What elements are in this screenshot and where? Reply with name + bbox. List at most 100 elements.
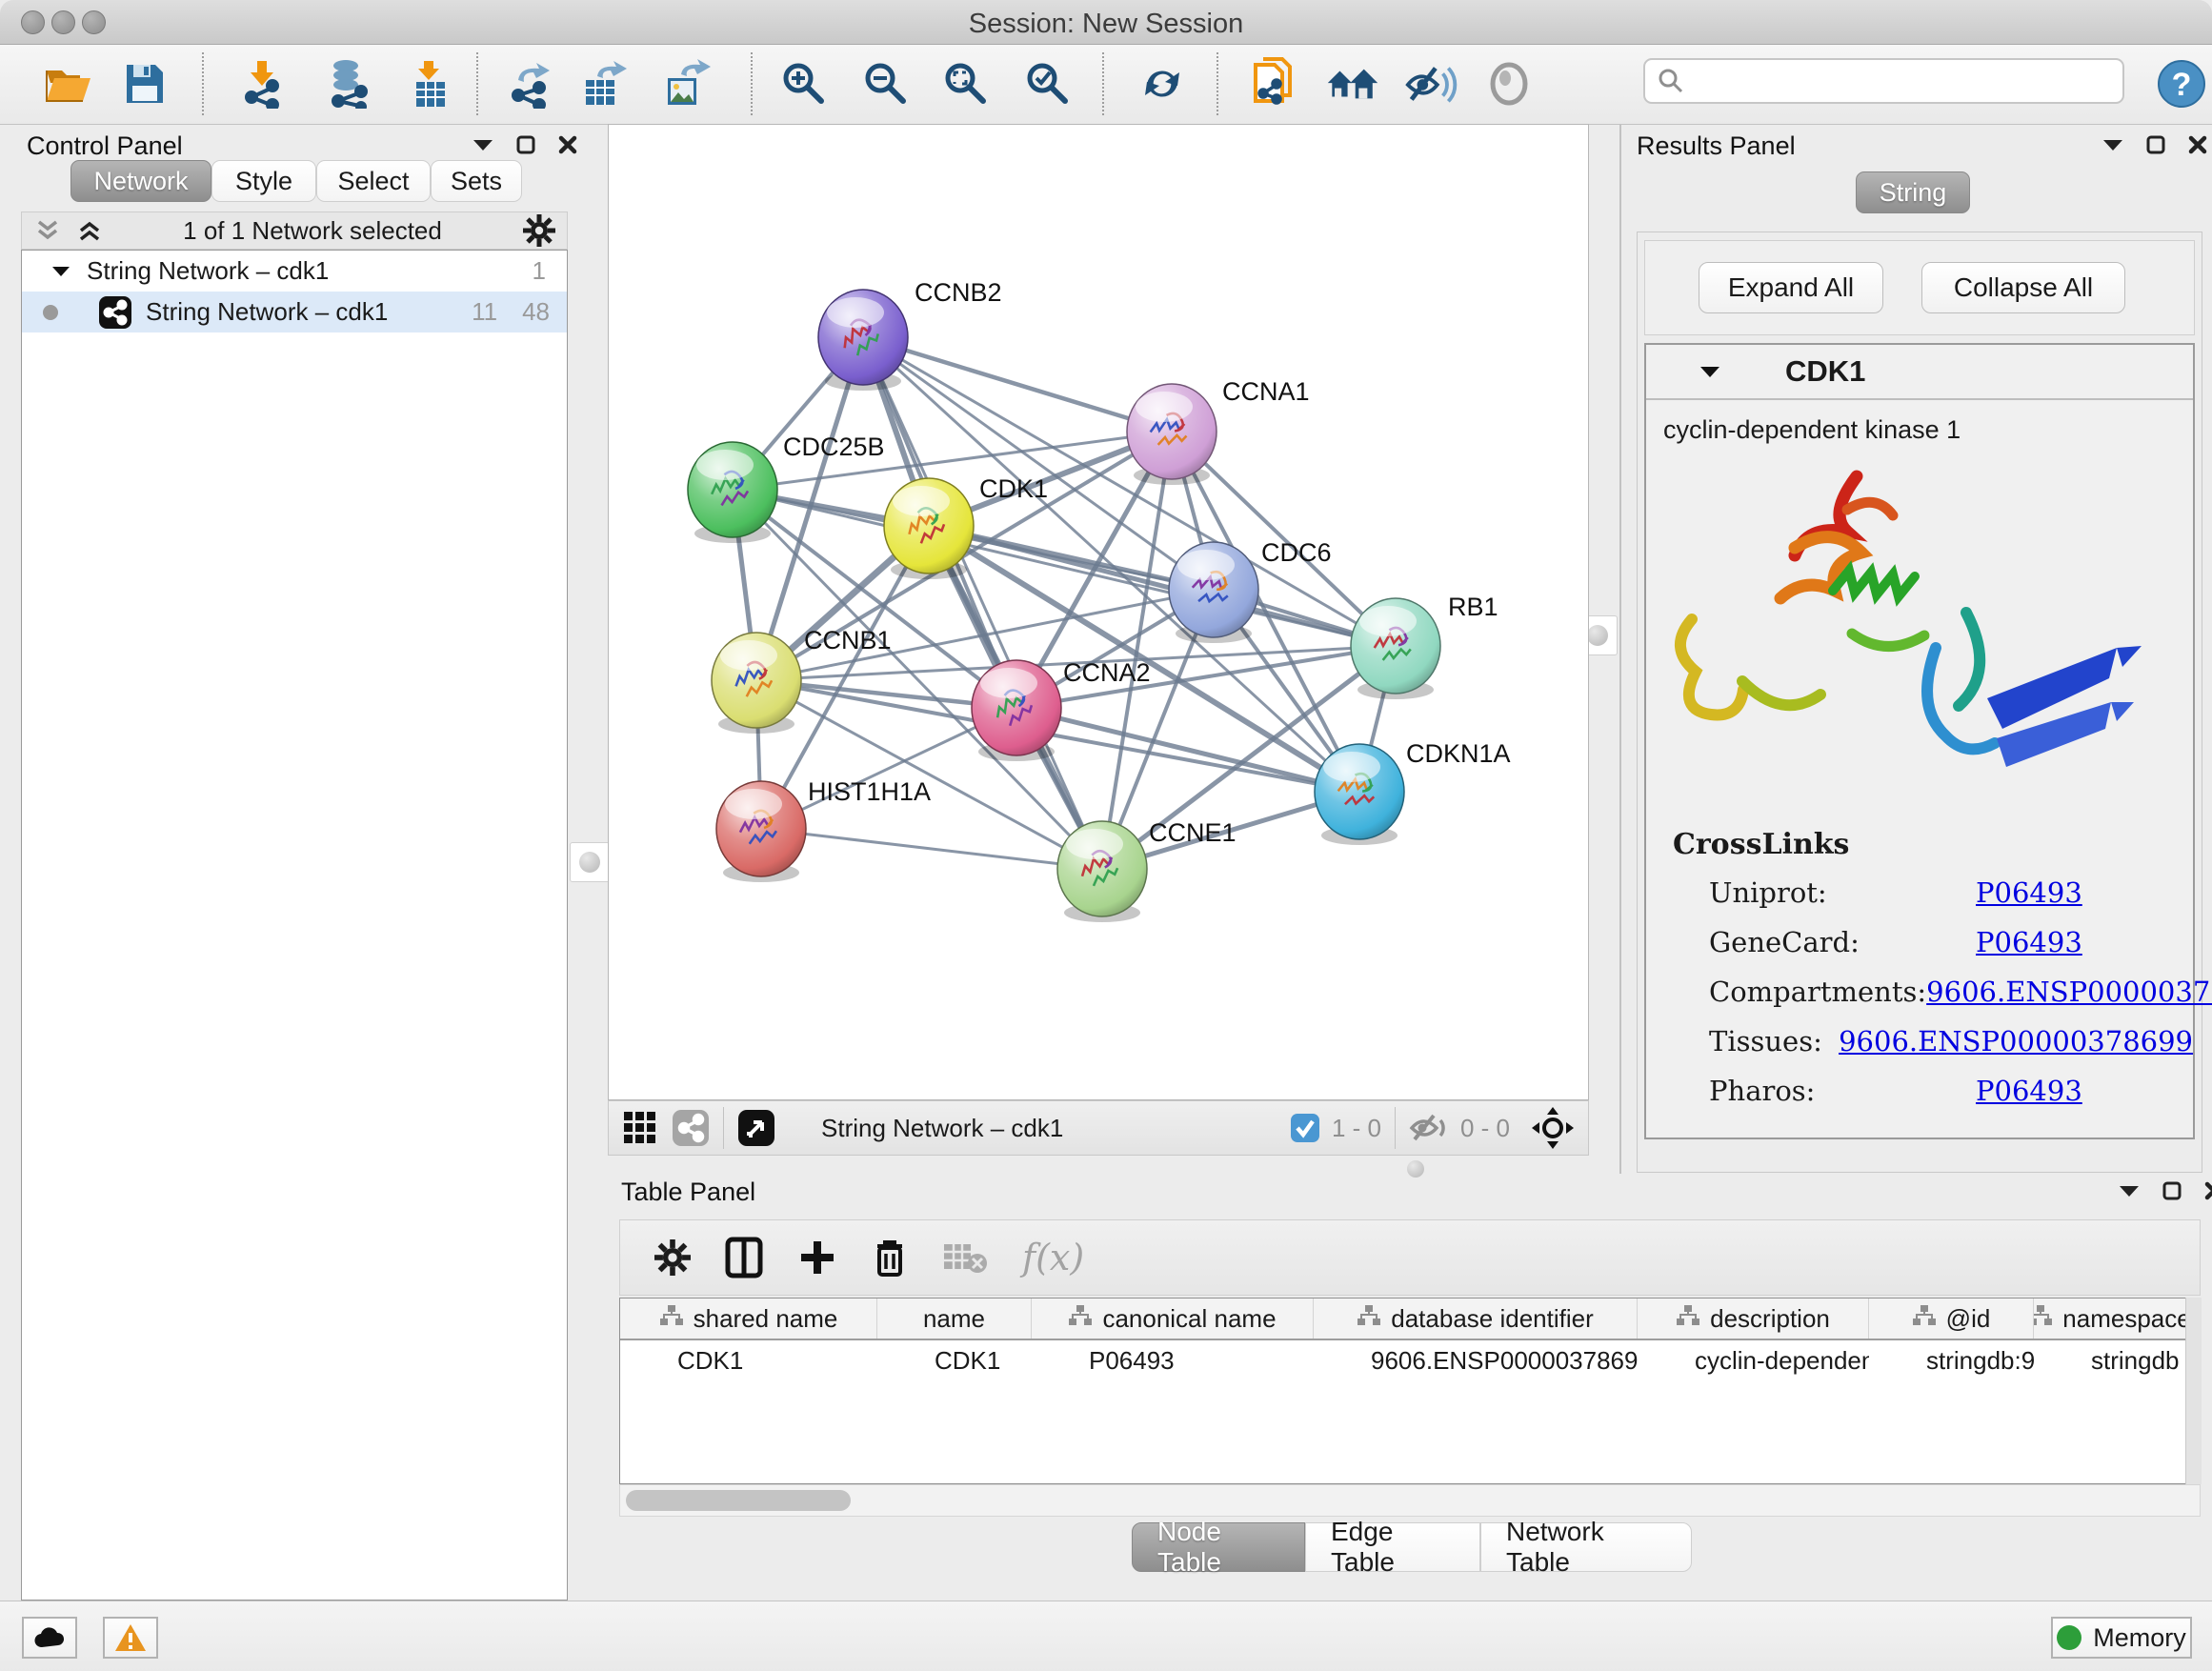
crosslink-row: Compartments:9606.ENSP00000378699 [1709,976,2193,1008]
fit-pan-crosshair-icon[interactable] [1531,1106,1575,1150]
crosslink-label: Uniprot: [1709,876,1976,909]
panel-close-icon[interactable] [2204,1181,2212,1200]
column-header-namespace[interactable]: namespace [2034,1299,2186,1339]
column-header-description[interactable]: description [1638,1299,1869,1339]
tab-network[interactable]: Network [70,160,211,202]
zoom-fit-icon[interactable] [939,56,993,111]
title-bar[interactable]: Session: New Session [0,0,2212,45]
expand-all-button[interactable]: Expand All [1699,262,1883,313]
tab-string-results[interactable]: String [1856,171,1970,213]
crosslink-link[interactable]: 9606.ENSP00000378699 [1926,976,2212,1008]
network-overview-icon[interactable] [672,1109,710,1147]
crosslink-link[interactable]: P06493 [1976,876,2082,909]
crosslink-link[interactable]: P06493 [1976,926,2082,958]
open-session-icon[interactable] [42,56,95,111]
scrollbar-thumb[interactable] [626,1490,851,1511]
collapse-all-networks-icon[interactable] [77,219,102,242]
tab-node-table[interactable]: Node Table [1132,1522,1305,1572]
export-table-icon[interactable] [579,56,633,111]
network-graph[interactable]: CCNB2CCNA1CDC25BCDK1CDC6RB1CCNB1CCNA2CDK… [608,124,1589,1100]
zoom-selected-icon[interactable] [1021,56,1075,111]
export-image-icon[interactable] [661,56,714,111]
table-cell[interactable]: CDK1 [877,1340,1032,1380]
edge-CCNB2-CCNA1[interactable] [863,337,1172,432]
detach-view-icon[interactable] [737,1109,775,1147]
panel-float-icon[interactable] [516,135,535,154]
crosslink-row: GeneCard:P06493 [1709,926,2193,958]
protein-section-header[interactable]: CDK1 [1646,345,2193,400]
tab-edge-table[interactable]: Edge Table [1305,1522,1480,1572]
import-network-file-icon[interactable] [236,56,290,111]
table-cell[interactable]: P06493 [1032,1340,1314,1380]
show-all-eye-icon[interactable] [1482,56,1536,111]
main-toolbar: ? [0,45,2212,125]
node-label-CDKN1A: CDKN1A [1406,739,1511,768]
search-input[interactable] [1685,66,2099,97]
left-splitter-handle[interactable] [570,842,610,882]
collection-expander-icon[interactable] [52,266,70,277]
column-label: @id [1946,1304,1991,1334]
warning-icon [114,1623,147,1652]
network-row[interactable]: String Network – cdk1 11 48 [22,292,567,332]
status-bar: Memory [0,1601,2212,1671]
import-table-file-icon[interactable] [404,56,457,111]
network-column-icon [2034,1304,2053,1334]
export-network-icon[interactable] [503,56,556,111]
table-cell[interactable]: stringdb:9... [1869,1340,2034,1380]
string-protein-query-icon[interactable] [1248,56,1301,111]
selected-checkbox-icon[interactable] [1290,1113,1320,1143]
zoom-out-icon[interactable] [859,56,913,111]
tab-sets[interactable]: Sets [431,160,522,202]
column-header-database-identifier[interactable]: database identifier [1314,1299,1638,1339]
panel-collapse-icon[interactable] [473,138,493,151]
search-field[interactable] [1643,58,2124,104]
table-cell[interactable]: CDK1 [620,1340,877,1380]
panel-float-icon[interactable] [2146,135,2165,154]
apply-layout-icon[interactable] [1136,56,1189,111]
table-vertical-scrollbar[interactable] [2185,1298,2202,1484]
save-session-icon[interactable] [118,56,171,111]
network-options-gear-icon[interactable] [523,214,555,247]
import-network-database-icon[interactable] [322,56,375,111]
tab-select[interactable]: Select [316,160,431,202]
panel-collapse-icon[interactable] [2102,138,2123,151]
table-row[interactable]: CDK1CDK1P064939606.ENSP00000378699cyclin… [620,1340,2200,1380]
panel-float-icon[interactable] [2162,1181,2182,1200]
help-icon[interactable]: ? [2155,56,2208,111]
panel-close-icon[interactable] [558,135,577,154]
network-collection-row[interactable]: String Network – cdk1 1 [22,251,567,292]
tab-style[interactable]: Style [211,160,316,202]
edge-HIST1H1A-CCNE1[interactable] [761,829,1102,869]
panel-close-icon[interactable] [2188,135,2207,154]
tab-network-table[interactable]: Network Table [1480,1522,1692,1572]
expand-all-networks-icon[interactable] [35,219,60,242]
column-header-canonical-name[interactable]: canonical name [1032,1299,1314,1339]
cloud-status-button[interactable] [22,1617,77,1659]
delete-column-icon[interactable] [872,1237,908,1278]
section-expander-icon[interactable] [1699,365,1720,378]
zoom-in-icon[interactable] [777,56,831,111]
create-column-icon[interactable] [797,1238,837,1278]
table-cell[interactable]: cyclin-dependent ... [1638,1340,1869,1380]
collapse-all-button[interactable]: Collapse All [1921,262,2125,313]
panel-collapse-icon[interactable] [2119,1184,2140,1198]
grid-view-icon[interactable] [622,1110,658,1146]
edge-CDC25B-CDC6[interactable] [733,490,1214,590]
hide-selected-eye-icon[interactable] [1404,56,1458,111]
crosslink-link[interactable]: P06493 [1976,1075,2082,1107]
table-cell[interactable]: 9606.ENSP00000378699 [1314,1340,1638,1380]
crosslink-link[interactable]: 9606.ENSP00000378699 [1839,1025,2193,1057]
show-column-icon[interactable] [725,1237,763,1278]
table-horizontal-scrollbar[interactable] [619,1484,2201,1517]
column-header-shared-name[interactable]: shared name [620,1299,877,1339]
column-header-name[interactable]: name [877,1299,1032,1339]
column-header--id[interactable]: @id [1869,1299,2034,1339]
table-cell[interactable]: stringdb [2034,1340,2186,1380]
table-gear-icon[interactable] [654,1239,691,1276]
results-panel-buttons [2102,135,2207,154]
warning-status-button[interactable] [103,1617,158,1659]
node-label-CDK1: CDK1 [979,474,1048,503]
memory-button[interactable]: Memory [2051,1617,2192,1659]
crosslink-label: Compartments: [1709,976,1926,1008]
network-home-icon[interactable] [1326,56,1379,111]
